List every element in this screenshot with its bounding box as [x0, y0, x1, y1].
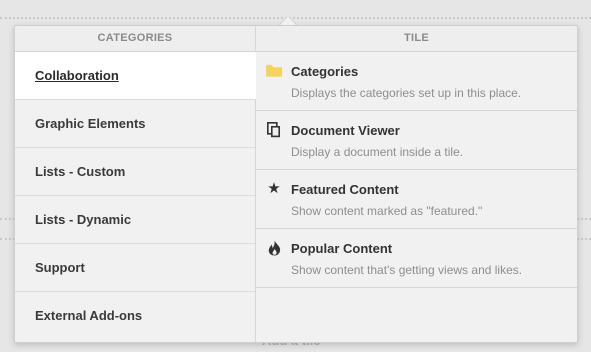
tile-description: Show content marked as "featured." — [291, 204, 483, 218]
tile-description: Displays the categories set up in this p… — [291, 86, 522, 100]
star-icon: ★ — [267, 180, 281, 197]
tile-document-viewer[interactable]: Document Viewer Display a document insid… — [256, 111, 577, 170]
tile-title: Popular Content — [291, 241, 393, 256]
tile-categories[interactable]: Categories Displays the categories set u… — [256, 52, 577, 111]
tile-title: Document Viewer — [291, 123, 400, 138]
category-collaboration[interactable]: Collaboration — [15, 52, 256, 100]
category-support[interactable]: Support — [15, 244, 255, 292]
flame-icon — [266, 240, 282, 256]
add-tile-popover: CATEGORIES Collaboration Graphic Element… — [14, 25, 578, 343]
categories-column: CATEGORIES Collaboration Graphic Element… — [15, 26, 256, 342]
folder-icon — [266, 63, 282, 79]
category-external-add-ons[interactable]: External Add-ons — [15, 292, 255, 339]
tile-title: Featured Content — [291, 182, 399, 197]
tile-popular-content[interactable]: Popular Content Show content that's gett… — [256, 229, 577, 288]
tile-header: TILE — [256, 26, 577, 52]
tile-column: TILE Categories Displays the categories … — [256, 26, 577, 342]
category-graphic-elements[interactable]: Graphic Elements — [15, 100, 255, 148]
tile-description: Display a document inside a tile. — [291, 145, 464, 159]
tile-featured-content[interactable]: ★ Featured Content Show content marked a… — [256, 170, 577, 229]
tile-description: Show content that's getting views and li… — [291, 263, 523, 277]
category-lists-dynamic[interactable]: Lists - Dynamic — [15, 196, 255, 244]
popover-caret — [280, 16, 296, 25]
document-icon — [266, 122, 282, 138]
categories-header: CATEGORIES — [15, 26, 255, 52]
category-lists-custom[interactable]: Lists - Custom — [15, 148, 255, 196]
tile-title: Categories — [291, 64, 359, 79]
